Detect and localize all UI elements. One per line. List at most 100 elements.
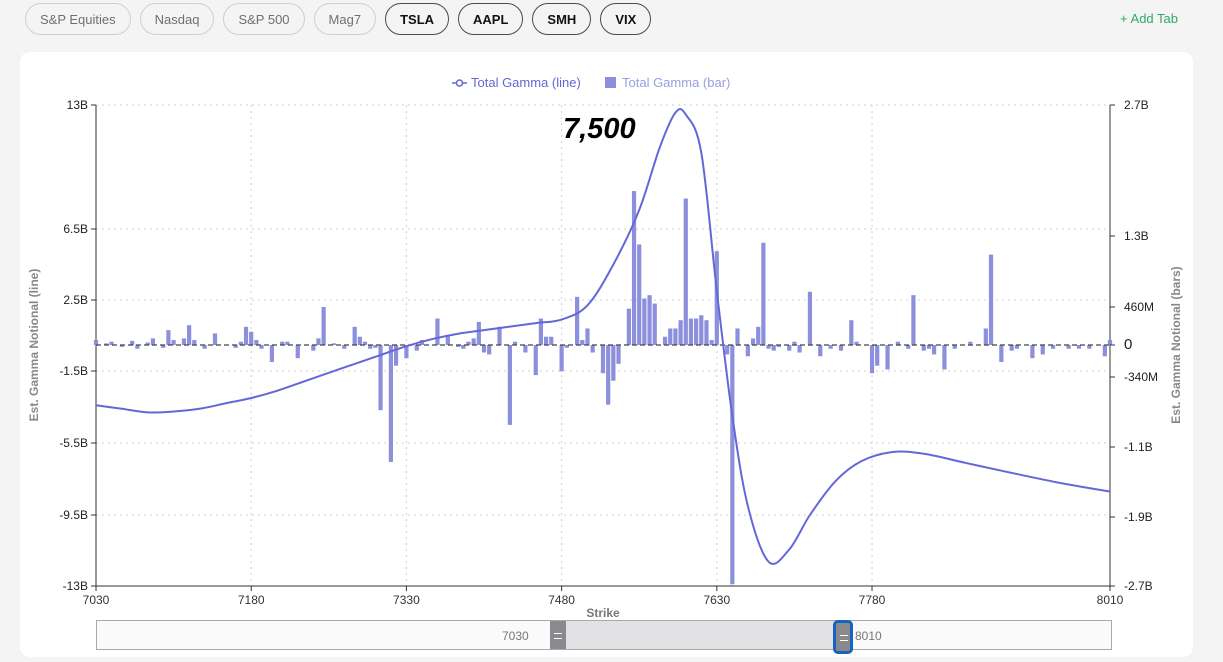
gamma-bar (704, 320, 709, 345)
gamma-bar (1040, 345, 1045, 355)
gamma-bar (471, 338, 476, 345)
gamma-bar (600, 345, 606, 374)
gamma-bar (750, 338, 756, 345)
gamma-bar (688, 318, 694, 345)
x-axis-title: Strike (586, 606, 620, 620)
gamma-bar (1030, 345, 1035, 359)
gamma-bar (999, 345, 1004, 362)
gamma-bar (1102, 345, 1107, 357)
gamma-bar (869, 345, 875, 374)
gamma-bar (730, 345, 735, 585)
gamma-bar (311, 345, 316, 351)
right-tick-label: 1.3B (1124, 229, 1149, 243)
gamma-bar (942, 345, 947, 370)
gamma-bar (192, 340, 197, 345)
gamma-bar (414, 345, 419, 351)
gamma-bar (694, 318, 699, 345)
gamma-bar (316, 338, 321, 345)
slider-max-value: 8010 (855, 629, 882, 643)
x-tick-label: 7480 (548, 593, 575, 607)
legend-bar-swatch (605, 77, 616, 88)
gamma-bar (838, 345, 844, 351)
x-tick-label: 7030 (83, 593, 110, 607)
gamma-bar (616, 345, 621, 364)
gamma-bar (171, 340, 176, 345)
gamma-bar (875, 345, 880, 366)
gamma-bar (683, 198, 688, 345)
gamma-bar (921, 345, 926, 351)
gamma-bar (637, 244, 642, 345)
gamma-bar (885, 345, 890, 370)
gamma-bar (761, 242, 766, 345)
gamma-bar (673, 328, 678, 345)
gamma-bar (818, 345, 823, 357)
gamma-bar (150, 338, 156, 345)
gamma-bar (647, 295, 652, 345)
gamma-bar (590, 345, 595, 353)
gamma-bar (166, 330, 171, 345)
slider-left-handle[interactable] (550, 621, 566, 649)
gamma-bar (709, 340, 714, 345)
gamma-bar (93, 340, 99, 345)
gamma-bar (652, 303, 657, 345)
gamma-bar (735, 328, 740, 345)
gamma-bar (130, 340, 135, 345)
gamma-bar (642, 298, 647, 345)
gamma-bar (269, 345, 274, 362)
gamma-bar (523, 345, 528, 353)
gamma-bar (1107, 340, 1113, 345)
gamma-bar (699, 315, 704, 345)
gamma-bar (243, 326, 249, 345)
gamma-bar (181, 338, 187, 345)
gamma-bar (559, 345, 564, 372)
left-tick-label: -5.5B (59, 436, 88, 450)
gamma-bar (668, 328, 673, 345)
gamma-bar (932, 345, 937, 355)
x-tick-label: 8010 (1097, 593, 1124, 607)
gamma-bar (662, 336, 668, 345)
right-tick-label: -1.9B (1124, 510, 1153, 524)
slider-selected-range[interactable] (559, 621, 844, 649)
gamma-bar (626, 308, 631, 345)
legend-line-marker (455, 79, 464, 87)
right-tick-label: -1.1B (1124, 440, 1153, 454)
gamma-bar (678, 320, 683, 345)
gamma-bar (476, 321, 481, 345)
gamma-bar (507, 345, 512, 425)
gamma-bar (487, 345, 492, 355)
gamma-bar (585, 328, 590, 345)
peak-strike-label: 7,500 (563, 113, 636, 145)
x-tick-label: 7180 (238, 593, 265, 607)
gamma-bar (533, 345, 538, 376)
left-tick-label: -9.5B (59, 508, 88, 522)
left-tick-label: 2.5B (63, 293, 88, 307)
right-tick-label: 0 (1124, 336, 1132, 353)
left-tick-label: 13B (67, 98, 88, 112)
gamma-bar (549, 336, 554, 345)
gamma-bar (807, 291, 813, 345)
slider-right-handle[interactable] (833, 620, 853, 654)
gamma-bar (631, 191, 637, 345)
gamma-bar (435, 318, 440, 345)
gamma-bar (1009, 345, 1014, 351)
right-tick-label: 460M (1124, 300, 1154, 314)
left-tick-label: -13B (63, 579, 88, 593)
slider-min-value: 7030 (502, 629, 529, 643)
gamma-bar (606, 345, 611, 405)
gamma-bar (611, 345, 616, 381)
gamma-bar (797, 345, 802, 353)
x-tick-label: 7330 (393, 593, 420, 607)
right-tick-label: 2.7B (1124, 98, 1149, 112)
gamma-bar (388, 345, 393, 462)
range-slider[interactable]: 7030 8010 (96, 620, 1112, 654)
gamma-bar (481, 345, 487, 353)
gamma-bar (911, 295, 916, 345)
gamma-bar (745, 345, 750, 357)
left-axis-title: Est. Gamma Notional (line) (27, 269, 41, 422)
gamma-bar (983, 328, 988, 345)
left-tick-label: -1.5B (59, 364, 88, 378)
gamma-bar (725, 345, 730, 355)
gamma-bar (756, 326, 761, 345)
x-tick-label: 7780 (859, 593, 886, 607)
legend-line-label: Total Gamma (line) (471, 75, 581, 90)
